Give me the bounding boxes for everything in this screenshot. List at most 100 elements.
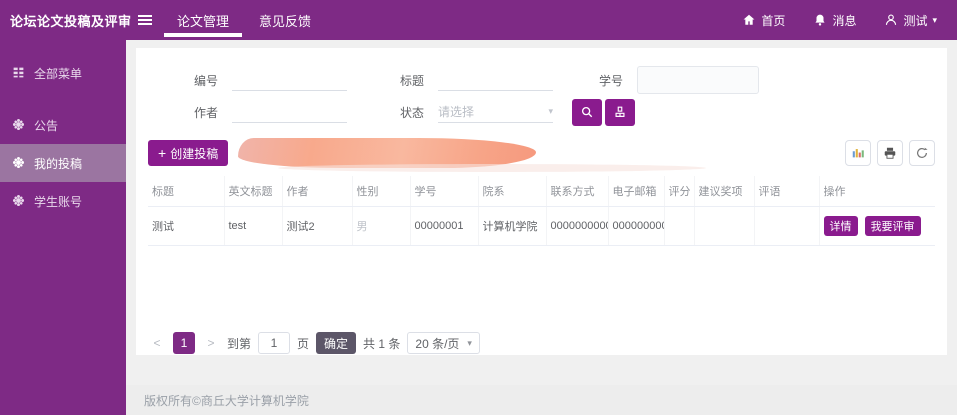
- top-tabs: 论文管理 意见反馈: [162, 0, 326, 40]
- user-icon: [884, 13, 898, 27]
- search-buttons: [569, 98, 635, 126]
- home-link[interactable]: 首页: [742, 12, 785, 29]
- topbar: 论坛论文投稿及评审 论文管理 意见反馈 首页 消息 测试 ▾: [0, 0, 957, 40]
- page-size-select[interactable]: 20 条/页 ▾: [407, 332, 480, 354]
- cell-title: 测试: [148, 206, 225, 246]
- main-area: 编号 标题 学号 作者 状态 请选择 ▾ + 创建投稿 标题 英文标题 作者 性…: [126, 40, 957, 415]
- refresh-button[interactable]: [909, 140, 935, 166]
- clear-button[interactable]: [605, 98, 635, 126]
- topbar-actions: 首页 消息 测试 ▾: [742, 0, 957, 40]
- refresh-icon: [915, 146, 929, 160]
- col-department: 院系: [478, 176, 547, 207]
- title-input[interactable]: [438, 69, 553, 91]
- chevron-down-icon: ▾: [932, 14, 937, 25]
- col-title: 标题: [148, 176, 225, 207]
- chevron-down-icon: ▾: [548, 106, 553, 116]
- field-title: 标题: [400, 69, 599, 91]
- review-button[interactable]: 我要评审: [864, 216, 921, 236]
- confirm-button[interactable]: 确定: [316, 332, 357, 354]
- jump-prefix-label: 到第: [227, 336, 252, 351]
- messages-link[interactable]: 消息: [813, 12, 856, 29]
- create-submission-button[interactable]: + 创建投稿: [148, 140, 229, 166]
- number-input[interactable]: [232, 69, 347, 91]
- col-author: 作者: [282, 176, 353, 207]
- table-header-row: 标题 英文标题 作者 性别 学号 院系 联系方式 电子邮箱 评分 建议奖项 评语…: [148, 176, 935, 207]
- sidebar-item-label: 我的投稿: [34, 156, 83, 171]
- col-gender: 性别: [352, 176, 411, 207]
- app-title: 论坛论文投稿及评审: [10, 13, 132, 29]
- sidebar-item-label: 学生账号: [34, 194, 83, 209]
- student-id-label: 学号: [599, 73, 624, 88]
- jump-page-input[interactable]: [258, 332, 291, 354]
- col-suggested-award: 建议奖项: [694, 176, 755, 207]
- gear-icon: [12, 118, 26, 132]
- page-size-value: 20 条/页: [415, 336, 460, 351]
- col-english-title: 英文标题: [224, 176, 283, 207]
- total-count-label: 共 1 条: [363, 336, 401, 351]
- cell-department: 计算机学院: [478, 206, 547, 246]
- student-id-input[interactable]: [637, 66, 759, 94]
- redacted-blob: [238, 138, 707, 172]
- print-button[interactable]: [877, 140, 903, 166]
- copyright-text: 版权所有©商丘大学计算机学院: [144, 393, 309, 408]
- gear-icon: [12, 156, 26, 170]
- username-label: 测试: [903, 13, 928, 28]
- col-email: 电子邮箱: [608, 176, 665, 207]
- submissions-table: 标题 英文标题 作者 性别 学号 院系 联系方式 电子邮箱 评分 建议奖项 评语…: [148, 176, 935, 246]
- cell-author: 测试2: [282, 206, 353, 246]
- field-student-id: 学号: [599, 66, 759, 94]
- grid-icon: [12, 66, 26, 80]
- search-button[interactable]: [572, 98, 602, 126]
- menu-toggle-button[interactable]: [128, 0, 162, 40]
- gear-icon: [12, 194, 26, 208]
- column-chart-icon: [851, 146, 865, 160]
- home-icon: [742, 13, 756, 27]
- field-status: 状态 请选择 ▾: [400, 101, 553, 123]
- pagination: < 1 > 到第 页 确定 共 1 条 20 条/页 ▾: [148, 332, 935, 354]
- footer: 版权所有©商丘大学计算机学院: [126, 385, 957, 415]
- search-icon: [580, 105, 594, 119]
- cell-actions: 详情 我要评审: [819, 206, 935, 246]
- chevron-down-icon: ▾: [467, 337, 472, 348]
- prev-page-button[interactable]: <: [148, 336, 166, 350]
- next-page-button[interactable]: >: [202, 336, 220, 350]
- search-form: 编号 标题 学号 作者 状态 请选择 ▾: [148, 64, 935, 128]
- table-row: 测试 test 测试2 男 00000001 计算机学院 00000000001…: [148, 206, 935, 246]
- sidebar-item-announcements[interactable]: 公告: [0, 106, 126, 144]
- user-menu[interactable]: 测试 ▾: [884, 12, 937, 29]
- cell-email: 00000000000...: [608, 206, 665, 246]
- bell-icon: [813, 13, 827, 27]
- sidebar-item-label: 全部菜单: [34, 66, 83, 81]
- cell-student-id: 00000001: [410, 206, 479, 246]
- status-select-value: 请选择: [438, 105, 475, 119]
- sidebar-item-all-menus[interactable]: 全部菜单: [0, 54, 126, 92]
- cell-comments: [754, 206, 820, 246]
- details-button[interactable]: 详情: [823, 216, 858, 236]
- print-icon: [883, 146, 897, 160]
- author-input[interactable]: [232, 101, 347, 123]
- status-label: 状态: [400, 105, 425, 120]
- status-select[interactable]: 请选择 ▾: [438, 101, 553, 123]
- sidebar-item-my-submissions[interactable]: 我的投稿: [0, 144, 126, 182]
- tab-feedback[interactable]: 意见反馈: [244, 0, 326, 40]
- tab-paper-management[interactable]: 论文管理: [162, 0, 244, 40]
- col-actions: 操作: [819, 176, 935, 207]
- table-toolbar: + 创建投稿: [148, 136, 935, 172]
- content-card: 编号 标题 学号 作者 状态 请选择 ▾ + 创建投稿 标题 英文标题 作者 性…: [136, 48, 947, 355]
- sidebar-item-label: 公告: [34, 118, 59, 133]
- author-label: 作者: [194, 105, 219, 120]
- col-student-id: 学号: [410, 176, 479, 207]
- number-label: 编号: [194, 73, 219, 88]
- messages-label: 消息: [832, 13, 857, 28]
- jump-suffix-label: 页: [297, 336, 310, 351]
- sidebar: 全部菜单 公告 我的投稿 学生账号: [0, 40, 126, 415]
- plus-icon: +: [158, 145, 167, 161]
- app-window: 论坛论文投稿及评审 论文管理 意见反馈 首页 消息 测试 ▾ 全部菜单 公告 我…: [0, 0, 957, 415]
- clear-icon: [613, 105, 627, 119]
- col-score: 评分: [664, 176, 695, 207]
- page-number-button[interactable]: 1: [173, 332, 195, 354]
- sidebar-item-student-accounts[interactable]: 学生账号: [0, 182, 126, 220]
- column-settings-button[interactable]: [845, 140, 871, 166]
- cell-score: [664, 206, 695, 246]
- field-author: 作者: [194, 101, 400, 123]
